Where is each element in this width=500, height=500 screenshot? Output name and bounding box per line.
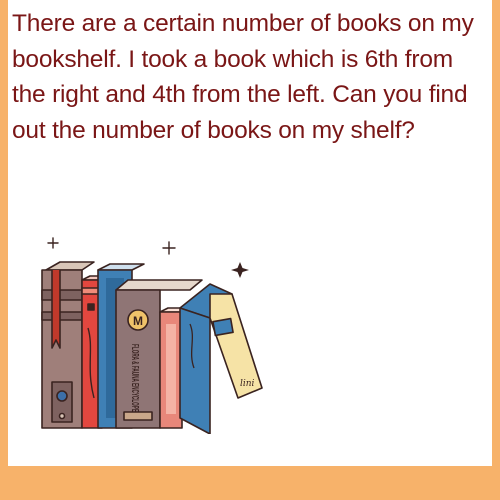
book-spine-title: FLORA & FAUNA ENCYCLOPEDIA bbox=[129, 344, 140, 420]
question-text: There are a certain number of books on m… bbox=[12, 10, 474, 144]
sparkle-icon bbox=[162, 241, 176, 255]
book-cream: lini bbox=[179, 283, 263, 434]
book-monogram: M bbox=[133, 314, 143, 328]
book-signature: lini bbox=[240, 379, 255, 389]
question-card: There are a certain number of books on m… bbox=[8, 0, 492, 466]
books-illustration: M FLORA & FAUNA ENCYCLOPEDIA lini bbox=[41, 237, 263, 434]
sparkle-icon bbox=[47, 237, 59, 249]
sparkle-icon bbox=[231, 262, 249, 278]
